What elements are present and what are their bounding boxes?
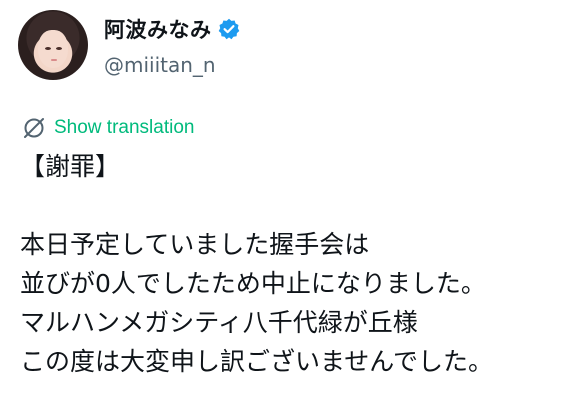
tweet-line: 本日予定していました握手会は	[20, 230, 370, 259]
avatar-eye-right	[56, 47, 62, 50]
show-translation-button[interactable]: Show translation	[22, 116, 194, 140]
tweet-line: 【謝罪】	[20, 152, 121, 181]
avatar-eye-left	[45, 47, 51, 50]
tweet-text: 【謝罪】 本日予定していました握手会は 並びが0人でしたため中止になりました。 …	[20, 147, 580, 381]
globe-slash-icon	[22, 116, 46, 140]
avatar-mouth	[51, 59, 57, 61]
avatar[interactable]	[18, 10, 88, 80]
tweet-card: 阿波みなみ @miiitan_n Show translation 【謝罪】 本…	[0, 0, 583, 415]
display-name[interactable]: 阿波みなみ	[104, 14, 212, 44]
verified-badge-icon[interactable]	[218, 18, 240, 40]
show-translation-label: Show translation	[54, 117, 195, 138]
tweet-line: 並びが0人でしたため中止になりました。	[20, 269, 486, 298]
display-name-row: 阿波みなみ	[104, 14, 240, 44]
user-handle[interactable]: @miiitan_n	[104, 53, 216, 77]
avatar-face	[38, 30, 68, 68]
tweet-line: この度は大変申し訳ございませんでした。	[20, 347, 494, 376]
tweet-line: マルハンメガシティ八千代緑が丘様	[20, 308, 418, 337]
